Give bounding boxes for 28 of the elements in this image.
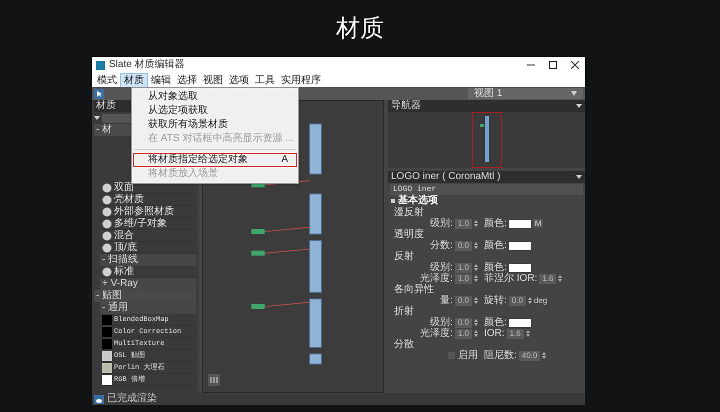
param-label: 菲涅尔 IOR: bbox=[484, 272, 538, 286]
panel-header: LOGO iner ( CoronaMtl ) bbox=[391, 171, 500, 183]
group-title: 透明度 bbox=[393, 229, 425, 240]
param-label: 颜色: bbox=[484, 216, 507, 231]
param-label: 级别: bbox=[430, 261, 453, 273]
param-label: 级别: bbox=[430, 217, 453, 231]
param-label: 颜色: bbox=[484, 260, 507, 273]
param-label: 阻尼数: bbox=[484, 349, 517, 363]
window-title: Slate 材质编辑器 bbox=[109, 59, 185, 71]
param-label: 级别: bbox=[430, 316, 453, 328]
slide-title: 材质 bbox=[336, 14, 384, 44]
group-title: 各向异性 bbox=[393, 284, 435, 295]
unit-label: deg bbox=[534, 294, 548, 306]
param-label: 颜色: bbox=[484, 238, 507, 253]
group-title: 反射 bbox=[393, 251, 415, 262]
group-title: 折射 bbox=[393, 306, 415, 317]
panel-header: 导航器 bbox=[391, 100, 421, 112]
param-label: 旋转: bbox=[484, 294, 507, 308]
param-label: IOR: bbox=[484, 327, 505, 341]
status-text: 已完成渲染 bbox=[107, 393, 157, 405]
param-label: 颜色: bbox=[484, 316, 507, 329]
group-title: 漫反射 bbox=[393, 207, 425, 218]
param-label: 光泽度: bbox=[420, 272, 453, 284]
param-label: 光泽度: bbox=[420, 326, 453, 341]
group-title: 分散 bbox=[393, 339, 415, 350]
param-label: 分数: bbox=[430, 239, 453, 253]
param-label: 量: bbox=[440, 294, 453, 308]
checkbox-label: 启用 bbox=[458, 348, 478, 363]
